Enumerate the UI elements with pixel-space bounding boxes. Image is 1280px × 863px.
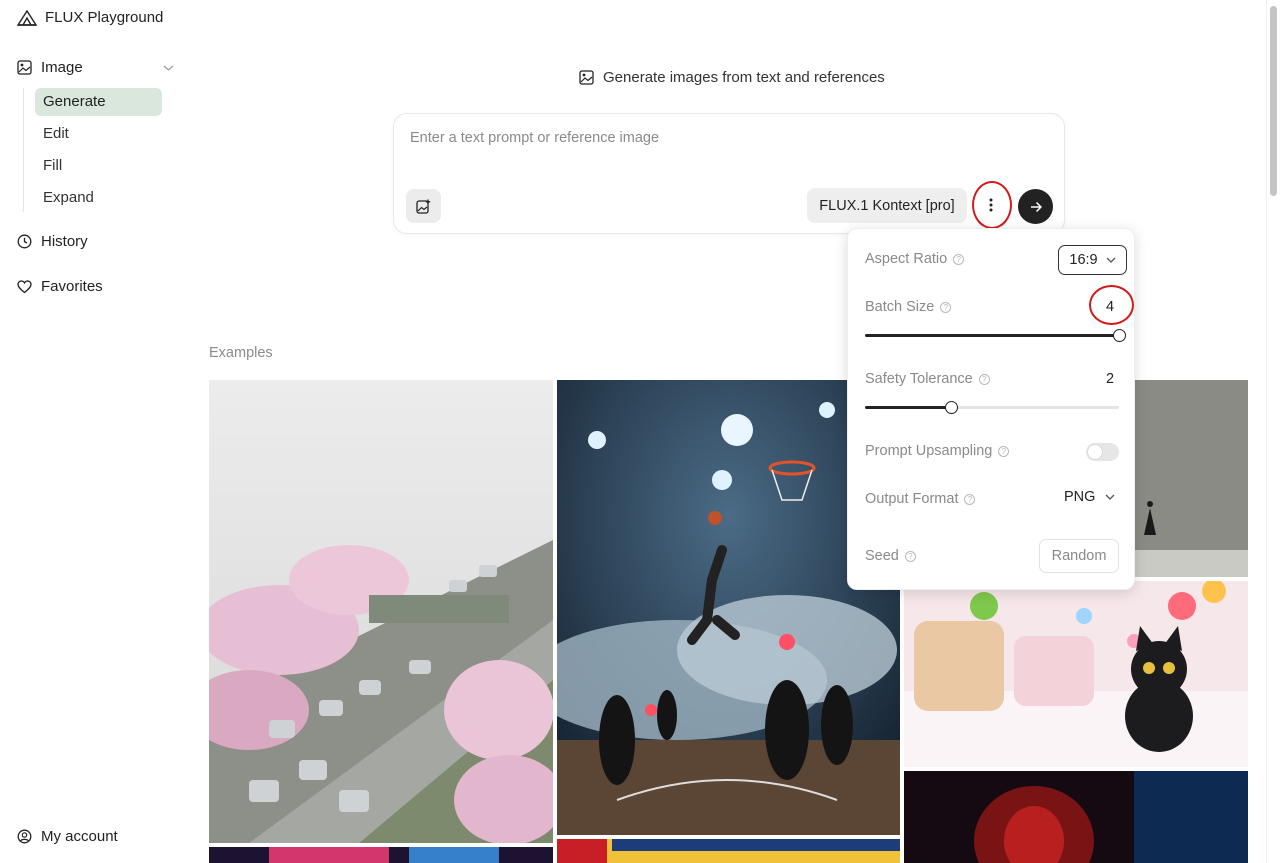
chevron-down-icon — [1105, 494, 1115, 500]
batch-size-label: Batch Size — [865, 299, 935, 315]
output-format-row: Output Format ? — [865, 491, 976, 507]
help-icon[interactable]: ? — [904, 550, 916, 562]
example-tile-red-cinema-face[interactable] — [904, 771, 1248, 863]
example-tile-neon-sign[interactable] — [209, 847, 553, 863]
example-image — [904, 771, 1248, 863]
chevron-down-icon[interactable] — [163, 59, 174, 77]
chevron-down-icon — [1106, 257, 1116, 263]
subnav-item-fill[interactable]: Fill — [35, 152, 162, 180]
image-plus-icon — [416, 199, 431, 214]
batch-size-value: 4 — [1106, 299, 1115, 315]
safety-tolerance-row: Safety Tolerance ? — [865, 371, 990, 387]
slider-fill — [865, 334, 1119, 337]
example-tile-comic-covers[interactable] — [557, 839, 900, 863]
sidebar-item-label: Favorites — [41, 278, 103, 295]
app-logo[interactable]: FLUX Playground — [17, 9, 163, 26]
help-icon[interactable]: ? — [998, 445, 1010, 457]
slider-fill — [865, 406, 952, 409]
toggle-knob — [1088, 445, 1102, 459]
prompt-upsampling-label: Prompt Upsampling — [865, 443, 993, 459]
output-format-value: PNG — [1064, 489, 1096, 505]
image-icon — [579, 70, 594, 85]
example-image — [209, 380, 553, 843]
page-title-text: Generate images from text and references — [603, 69, 885, 86]
example-image — [904, 581, 1248, 767]
send-button[interactable] — [1018, 189, 1053, 224]
slider-thumb[interactable] — [945, 401, 959, 414]
slider-thumb[interactable] — [1113, 329, 1126, 342]
clock-icon — [17, 234, 32, 249]
scrollbar[interactable] — [1266, 0, 1280, 863]
prompt-input[interactable] — [410, 130, 1010, 146]
prompt-upsampling-row: Prompt Upsampling ? — [865, 443, 1010, 459]
prompt-upsampling-toggle[interactable] — [1086, 443, 1119, 461]
more-vertical-icon — [989, 198, 993, 212]
heart-icon — [17, 279, 32, 293]
flux-logo-icon — [17, 9, 37, 26]
model-select-button[interactable]: FLUX.1 Kontext [pro] — [807, 188, 967, 223]
my-account-button[interactable]: My account — [17, 828, 118, 845]
example-image — [557, 839, 900, 863]
subnav-item-generate[interactable]: Generate — [35, 88, 162, 116]
scrollbar-thumb[interactable] — [1270, 6, 1277, 196]
aspect-ratio-value: 16:9 — [1069, 252, 1098, 268]
sidebar-item-label: History — [41, 233, 88, 250]
generation-settings-popover: Aspect Ratio ? 16:9 Batch Size ? 4 Safet… — [847, 228, 1135, 590]
sidebar-item-image[interactable]: Image — [17, 59, 174, 76]
aspect-ratio-select[interactable]: 16:9 — [1058, 245, 1127, 275]
safety-tolerance-slider[interactable] — [865, 401, 1119, 414]
help-icon[interactable]: ? — [953, 253, 965, 265]
sidebar-item-label: Image — [41, 59, 83, 76]
sidebar-item-favorites[interactable]: Favorites — [17, 278, 103, 295]
image-icon — [17, 60, 32, 75]
sidebar-item-history[interactable]: History — [17, 233, 88, 250]
example-tile-black-cat-candy-village[interactable] — [904, 581, 1248, 767]
help-icon[interactable]: ? — [978, 373, 990, 385]
sidebar: FLUX Playground Image Generate Edit Fill… — [0, 0, 190, 863]
subnav-item-edit[interactable]: Edit — [35, 120, 162, 148]
example-tile-cherry-blossom-highway[interactable] — [209, 380, 553, 843]
image-subnav: Generate Edit Fill Expand — [23, 88, 173, 212]
examples-label: Examples — [209, 345, 273, 361]
app-title: FLUX Playground — [45, 9, 164, 26]
output-format-label: Output Format — [865, 491, 959, 507]
page-title: Generate images from text and references — [579, 69, 885, 86]
prompt-box: FLUX.1 Kontext [pro] — [393, 113, 1065, 234]
aspect-ratio-label: Aspect Ratio — [865, 251, 948, 267]
seed-row: Seed ? — [865, 548, 916, 564]
seed-label: Seed — [865, 548, 899, 564]
help-icon[interactable]: ? — [940, 301, 952, 313]
user-circle-icon — [17, 829, 32, 844]
example-image — [209, 847, 553, 863]
account-label: My account — [41, 828, 118, 845]
seed-random-button[interactable]: Random — [1039, 539, 1119, 573]
aspect-ratio-row: Aspect Ratio ? — [865, 251, 965, 267]
add-image-button[interactable] — [406, 189, 441, 223]
subnav-item-expand[interactable]: Expand — [35, 184, 162, 212]
safety-tolerance-label: Safety Tolerance — [865, 371, 973, 387]
help-icon[interactable]: ? — [964, 493, 976, 505]
batch-size-row: Batch Size ? — [865, 299, 952, 315]
safety-tolerance-value: 2 — [1106, 371, 1115, 387]
more-options-button[interactable] — [980, 194, 1002, 216]
arrow-right-icon — [1030, 201, 1042, 212]
output-format-select[interactable]: PNG — [1064, 489, 1115, 505]
batch-size-slider[interactable] — [865, 329, 1126, 342]
